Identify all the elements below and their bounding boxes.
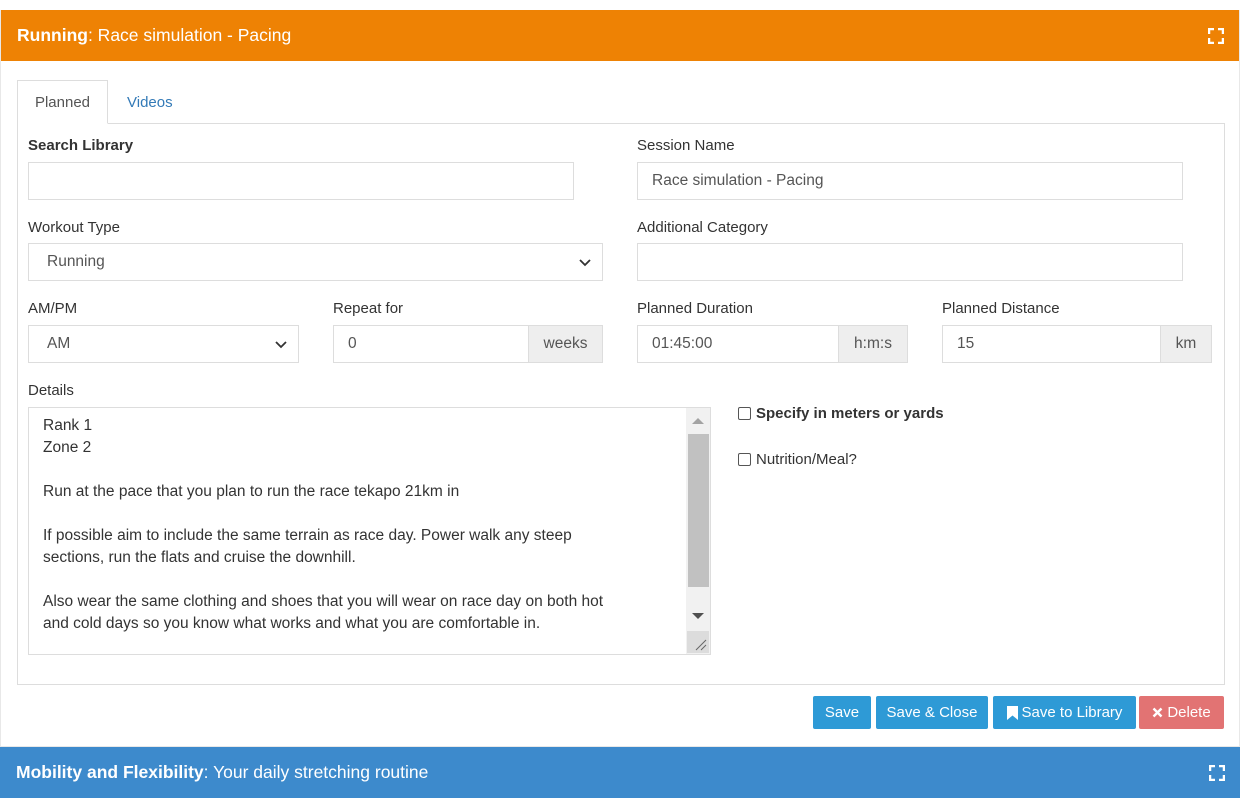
- scroll-down-arrow-icon[interactable]: [692, 613, 704, 619]
- save-button[interactable]: Save: [813, 696, 871, 729]
- scroll-up-arrow-icon[interactable]: [692, 418, 704, 424]
- details-line: Rank 1: [43, 417, 93, 434]
- additional-category-label: Additional Category: [637, 219, 768, 236]
- save-to-library-button[interactable]: Save to Library: [993, 696, 1136, 729]
- specify-meters-option[interactable]: Specify in meters or yards: [738, 405, 944, 422]
- repeat-for-value: 0: [348, 335, 357, 352]
- chevron-down-icon: [274, 337, 288, 351]
- panel-title-session: : Your daily stretching routine: [203, 762, 429, 782]
- session-name-label: Session Name: [637, 137, 735, 154]
- details-line: If possible aim to include the same terr…: [43, 527, 572, 544]
- mobility-session-panel: Mobility and Flexibility : Your daily st…: [0, 747, 1240, 798]
- details-line: sections, run the flats and cruise the d…: [43, 549, 356, 566]
- details-label: Details: [28, 382, 74, 399]
- planned-duration-value: 01:45:00: [652, 335, 713, 352]
- mobility-panel-header[interactable]: Mobility and Flexibility : Your daily st…: [0, 747, 1240, 798]
- planned-distance-input[interactable]: 15 km: [942, 325, 1212, 363]
- panel-title-sport: Running: [17, 25, 88, 45]
- ampm-value: AM: [47, 335, 71, 352]
- specify-meters-label: Specify in meters or yards: [756, 405, 944, 422]
- workout-type-label: Workout Type: [28, 219, 120, 236]
- details-line: [43, 569, 683, 591]
- close-icon: [1152, 707, 1163, 718]
- additional-category-input[interactable]: [637, 243, 1183, 281]
- save-to-library-label: Save to Library: [1021, 704, 1123, 721]
- panel-title-session: : Race simulation - Pacing: [87, 25, 292, 45]
- specify-meters-checkbox[interactable]: [738, 407, 751, 420]
- weeks-addon: weeks: [528, 326, 602, 362]
- repeat-for-input[interactable]: 0 weeks: [333, 325, 603, 363]
- nutrition-checkbox[interactable]: [738, 453, 751, 466]
- delete-label: Delete: [1167, 704, 1211, 721]
- running-panel-header[interactable]: Running : Race simulation - Pacing: [1, 10, 1239, 61]
- planned-distance-value: 15: [957, 335, 975, 352]
- resize-grip-icon[interactable]: [687, 631, 709, 653]
- details-line: Run at the pace that you plan to run the…: [43, 483, 460, 500]
- planned-duration-label: Planned Duration: [637, 300, 753, 317]
- details-line: [43, 459, 683, 481]
- save-close-button[interactable]: Save & Close: [876, 696, 988, 729]
- planned-distance-label: Planned Distance: [942, 300, 1060, 317]
- details-line: [43, 503, 683, 525]
- bookmark-icon: [1006, 705, 1018, 720]
- search-library-input[interactable]: [28, 162, 574, 200]
- workout-type-value: Running: [47, 253, 105, 270]
- nutrition-label: Nutrition/Meal?: [756, 451, 857, 468]
- expand-icon[interactable]: [1208, 27, 1224, 44]
- km-addon: km: [1160, 326, 1211, 362]
- repeat-for-label: Repeat for: [333, 300, 404, 317]
- details-line: Zone 2: [43, 439, 92, 456]
- details-text: Rank 1 Zone 2 Run at the pace that you p…: [43, 415, 683, 635]
- search-library-label: Search Library: [28, 137, 134, 154]
- tab-planned[interactable]: Planned: [17, 80, 108, 124]
- details-line: Also wear the same clothing and shoes th…: [43, 593, 604, 610]
- hms-addon: h:m:s: [838, 326, 907, 362]
- details-scrollbar[interactable]: [686, 408, 710, 654]
- scroll-thumb[interactable]: [688, 434, 709, 587]
- session-name-input[interactable]: Race simulation - Pacing: [637, 162, 1183, 200]
- chevron-down-icon: [578, 255, 592, 269]
- delete-button[interactable]: Delete: [1139, 696, 1224, 729]
- tab-bar: Planned Videos: [17, 70, 1225, 124]
- ampm-select[interactable]: AM: [28, 325, 299, 363]
- planned-duration-input[interactable]: 01:45:00 h:m:s: [637, 325, 908, 363]
- expand-icon[interactable]: [1209, 764, 1225, 781]
- details-textarea[interactable]: Rank 1 Zone 2 Run at the pace that you p…: [28, 407, 711, 655]
- tab-videos[interactable]: Videos: [110, 80, 190, 124]
- nutrition-option[interactable]: Nutrition/Meal?: [738, 451, 857, 468]
- ampm-label: AM/PM: [28, 300, 78, 317]
- workout-type-select[interactable]: Running: [28, 243, 603, 281]
- panel-title-category: Mobility and Flexibility: [16, 762, 204, 782]
- details-line: and cold days so you know what works and…: [43, 615, 541, 632]
